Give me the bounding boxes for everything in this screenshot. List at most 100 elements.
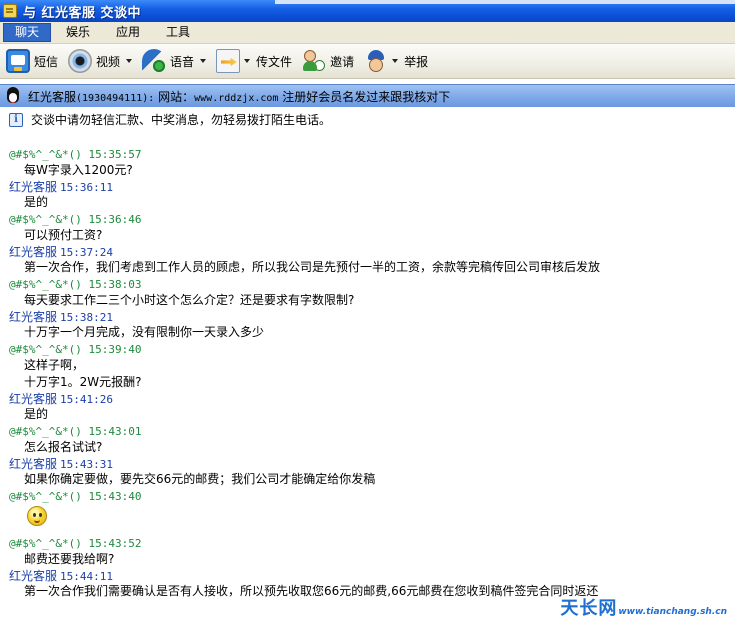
message-text: 是的 xyxy=(24,407,49,421)
menu-entertainment[interactable]: 娱乐 xyxy=(55,23,101,42)
menu-chat[interactable]: 聊天 xyxy=(3,23,52,42)
watermark-name: 天长网 xyxy=(560,598,618,619)
message-text: 每天要求工作二三个小时这个怎么介定？还是要求有字数限制? xyxy=(24,293,355,307)
microphone-icon xyxy=(142,49,167,73)
smiley-icon xyxy=(27,506,47,526)
message-sender: 红光客服 xyxy=(9,310,58,324)
message-text: 怎么报名试试? xyxy=(24,440,103,454)
message-time: 15:39:40 xyxy=(88,343,142,356)
video-dropdown-arrow-icon[interactable] xyxy=(126,59,133,63)
voice-button[interactable]: 语音 xyxy=(140,47,210,75)
message-text: 第一次合作，我们考虑到工作人员的顾虑，所以我公司是先预付一半的工资，余款等完稿传… xyxy=(24,260,601,274)
message-time: 15:36:11 xyxy=(60,181,113,194)
toolbar: 短信 视频 语音 传文件 邀请 举报 xyxy=(0,44,735,79)
send-file-label: 传文件 xyxy=(256,54,293,69)
contact-site-url: www.rddzjx.com xyxy=(194,92,279,104)
message-time: 15:43:31 xyxy=(60,458,113,471)
message-sender: 红光客服 xyxy=(9,392,58,406)
message-time: 15:43:40 xyxy=(88,490,142,503)
report-user-icon xyxy=(364,49,388,73)
message-sender: @#$%^_^&*() xyxy=(9,213,82,226)
chat-window-icon xyxy=(3,4,17,18)
message-header: @#$%^_^&*() 15:38:03 xyxy=(9,278,141,292)
message-header: @#$%^_^&*() 15:36:46 xyxy=(9,213,141,227)
message-header: @#$%^_^&*() 15:35:57 xyxy=(9,148,141,162)
message-header: @#$%^_^&*() 15:43:40 xyxy=(9,490,141,504)
message-header: 红光客服 15:37:24 xyxy=(9,245,113,260)
message-sender: @#$%^_^&*() xyxy=(9,343,82,356)
message-header: @#$%^_^&*() 15:43:52 xyxy=(9,537,141,551)
message-text: 十万字1。2W元报酬? xyxy=(24,375,142,389)
message-text: 每W字录入1200元? xyxy=(24,163,133,177)
file-dropdown-arrow-icon[interactable] xyxy=(244,59,251,63)
message-sender: @#$%^_^&*() xyxy=(9,148,82,161)
message-sender: @#$%^_^&*() xyxy=(9,278,82,291)
message-text: 第一次合作我们需要确认是否有人接收，所以预先收取您66元的邮费,66元邮费在您收… xyxy=(24,584,599,598)
contact-qq-number: (1930494111): xyxy=(76,92,155,104)
menu-tools[interactable]: 工具 xyxy=(155,23,201,42)
message-header: @#$%^_^&*() 15:43:01 xyxy=(9,425,141,439)
message-sender: @#$%^_^&*() xyxy=(9,537,82,550)
message-time: 15:41:26 xyxy=(60,393,113,406)
message-text: 十万字一个月完成，没有限制你一天录入多少 xyxy=(24,325,265,339)
webcam-icon xyxy=(68,49,93,73)
message-text: 邮费还要我给啊? xyxy=(24,552,115,566)
menu-bar: 聊天 娱乐 应用 工具 xyxy=(0,22,735,44)
message-sender: 红光客服 xyxy=(9,457,58,471)
contact-info-text: 红光客服(1930494111): 网站：www.rddzjx.com 注册好会… xyxy=(28,88,450,105)
message-sender: @#$%^_^&*() xyxy=(9,490,82,503)
message-time: 15:38:03 xyxy=(88,278,142,291)
message-sender: 红光客服 xyxy=(9,569,58,583)
message-header: 红光客服 15:36:11 xyxy=(9,180,113,195)
message-time: 15:38:21 xyxy=(60,311,113,324)
message-sender: 红光客服 xyxy=(9,245,58,259)
report-dropdown-arrow-icon[interactable] xyxy=(392,59,399,63)
security-notice: i 交谈中请勿轻信汇款、中奖消息，勿轻易拨打陌生电话。 xyxy=(9,111,331,128)
report-label: 举报 xyxy=(404,54,429,69)
message-header: 红光客服 15:38:21 xyxy=(9,310,113,325)
menu-apps[interactable]: 应用 xyxy=(105,23,151,42)
invite-label: 邀请 xyxy=(330,54,355,69)
message-time: 15:44:11 xyxy=(60,570,113,583)
contact-info-bar: 红光客服(1930494111): 网站：www.rddzjx.com 注册好会… xyxy=(0,84,735,107)
video-button[interactable]: 视频 xyxy=(66,47,136,75)
site-watermark: 天长网 www.tianchang.sh.cn xyxy=(560,594,727,620)
message-header: 红光客服 15:44:11 xyxy=(9,569,113,584)
send-file-icon xyxy=(216,49,241,73)
sms-icon xyxy=(6,49,30,73)
chat-history: i 交谈中请勿轻信汇款、中奖消息，勿轻易拨打陌生电话。 @#$%^_^&*() … xyxy=(0,107,735,629)
message-time: 15:43:52 xyxy=(88,537,142,550)
message-text: 这样子啊， xyxy=(24,358,85,372)
report-button[interactable]: 举报 xyxy=(362,47,432,75)
invite-user-icon xyxy=(302,49,326,73)
title-bar: 与 红光客服 交谈中 xyxy=(0,0,735,22)
sms-button[interactable]: 短信 xyxy=(4,47,62,75)
sms-label: 短信 xyxy=(34,54,59,69)
watermark-url: www.tianchang.sh.cn xyxy=(618,607,727,617)
title-bar-strip xyxy=(275,0,735,4)
voice-label: 语音 xyxy=(170,54,195,69)
message-header: 红光客服 15:41:26 xyxy=(9,392,113,407)
message-time: 15:43:01 xyxy=(88,425,142,438)
message-header: @#$%^_^&*() 15:39:40 xyxy=(9,343,141,357)
message-text: 如果你确定要做，要先交66元的邮费；我们公司才能确定给你发稿 xyxy=(24,472,376,486)
contact-name[interactable]: 红光客服 xyxy=(28,90,76,104)
qq-penguin-icon xyxy=(4,87,22,105)
send-file-button[interactable]: 传文件 xyxy=(214,47,296,75)
invite-button[interactable]: 邀请 xyxy=(300,47,358,75)
message-time: 15:37:24 xyxy=(60,246,113,259)
message-sender: 红光客服 xyxy=(9,180,58,194)
voice-dropdown-arrow-icon[interactable] xyxy=(200,59,207,63)
info-icon: i xyxy=(9,112,23,127)
contact-site-prefix: 网站： xyxy=(158,89,195,104)
message-time: 15:36:46 xyxy=(88,213,142,226)
security-notice-text: 交谈中请勿轻信汇款、中奖消息，勿轻易拨打陌生电话。 xyxy=(31,113,332,127)
message-text: 是的 xyxy=(24,195,49,209)
contact-status-text: 注册好会员名发过来跟我核对下 xyxy=(282,89,451,104)
window-title: 与 红光客服 交谈中 xyxy=(23,5,142,21)
message-time: 15:35:57 xyxy=(88,148,142,161)
video-label: 视频 xyxy=(96,54,121,69)
message-text: 可以预付工资? xyxy=(24,228,103,242)
message-header: 红光客服 15:43:31 xyxy=(9,457,113,472)
plus-icon xyxy=(314,60,326,71)
